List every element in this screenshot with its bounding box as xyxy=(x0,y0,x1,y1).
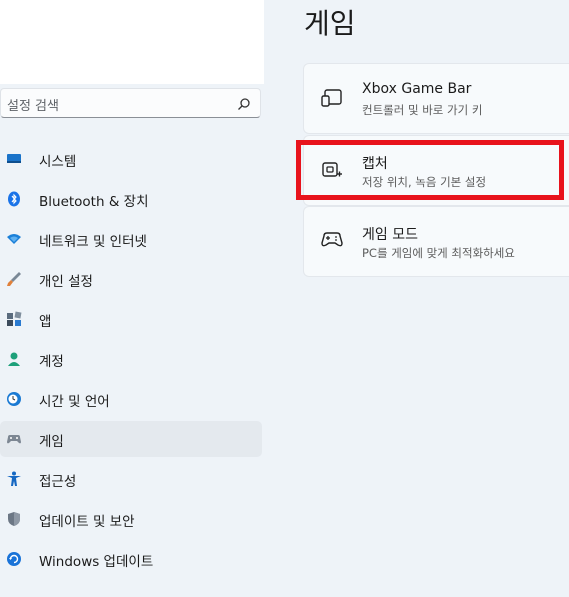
card-subtitle: PC를 게임에 맞게 최적화하세요 xyxy=(362,246,515,260)
card-title: 게임 모드 xyxy=(362,227,418,243)
sidebar-item-label: Windows 업데이트 xyxy=(39,554,154,570)
search-input[interactable]: 설정 검색 xyxy=(7,95,59,114)
sidebar-item-personalization[interactable]: 개인 설정 xyxy=(0,261,262,297)
monitor-icon xyxy=(6,151,22,167)
sidebar-item-accessibility[interactable]: 접근성 xyxy=(0,461,262,497)
sidebar-item-accounts[interactable]: 계정 xyxy=(0,341,262,377)
card-subtitle: 컨트롤러 및 바로 가기 키 xyxy=(362,103,483,117)
sidebar-item-label: 계정 xyxy=(39,354,64,370)
shield-icon xyxy=(6,511,22,527)
apps-icon xyxy=(6,311,22,327)
xbox-game-bar-card[interactable]: Xbox Game Bar 컨트롤러 및 바로 가기 키 xyxy=(303,63,569,134)
card-subtitle: 저장 위치, 녹음 기본 설정 xyxy=(362,175,487,189)
sidebar-item-label: 접근성 xyxy=(39,474,77,490)
accessibility-icon xyxy=(6,471,22,487)
person-icon xyxy=(6,351,22,367)
gamepad-icon xyxy=(6,431,22,447)
sidebar-item-label: 시스템 xyxy=(39,154,77,170)
sidebar-item-label: Bluetooth & 장치 xyxy=(39,194,149,210)
sidebar-item-label: 업데이트 및 보안 xyxy=(39,514,135,530)
windows-update-icon xyxy=(6,551,22,567)
sidebar-item-system[interactable]: 시스템 xyxy=(0,141,262,177)
search-box[interactable]: 설정 검색 xyxy=(0,88,261,118)
sidebar-item-gaming[interactable]: 게임 xyxy=(0,421,262,457)
wifi-icon xyxy=(6,231,22,247)
search-icon[interactable] xyxy=(237,96,251,115)
card-title: Xbox Game Bar xyxy=(362,81,472,97)
game-mode-icon xyxy=(321,231,343,253)
sidebar-item-windows-update[interactable]: Windows 업데이트 xyxy=(0,541,262,577)
sidebar-item-apps[interactable]: 앱 xyxy=(0,301,262,337)
globe-clock-icon xyxy=(6,391,22,407)
sidebar-item-label: 개인 설정 xyxy=(39,274,93,290)
bluetooth-icon xyxy=(6,191,22,207)
sidebar-item-label: 앱 xyxy=(39,314,52,330)
brush-icon xyxy=(6,271,22,287)
sidebar-item-label: 시간 및 언어 xyxy=(39,394,110,410)
capture-card[interactable]: 캡처 저장 위치, 녹음 기본 설정 xyxy=(303,135,569,206)
card-title: 캡처 xyxy=(362,156,388,172)
sidebar-item-update-security[interactable]: 업데이트 및 보안 xyxy=(0,501,262,537)
sidebar-item-label: 게임 xyxy=(39,434,64,450)
sidebar-item-label: 네트워크 및 인터넷 xyxy=(39,234,147,250)
game-mode-card[interactable]: 게임 모드 PC를 게임에 맞게 최적화하세요 xyxy=(303,206,569,277)
page-title: 게임 xyxy=(304,7,356,40)
capture-icon xyxy=(321,160,343,184)
game-bar-icon xyxy=(321,88,343,112)
profile-card xyxy=(0,0,264,84)
sidebar-item-time-language[interactable]: 시간 및 언어 xyxy=(0,381,262,417)
sidebar-item-network[interactable]: 네트워크 및 인터넷 xyxy=(0,221,262,257)
sidebar-item-bluetooth[interactable]: Bluetooth & 장치 xyxy=(0,181,262,217)
